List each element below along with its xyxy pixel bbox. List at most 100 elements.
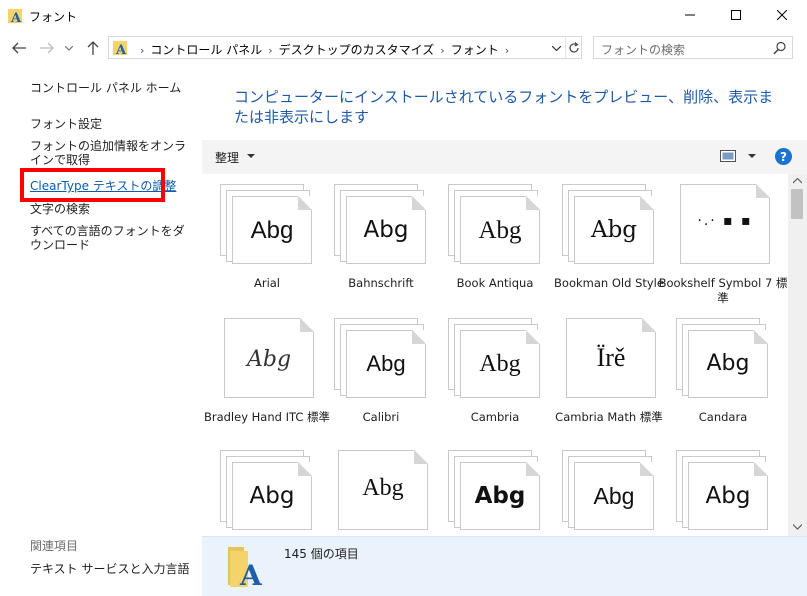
close-icon [777,10,787,20]
font-folder-icon: A [113,41,127,56]
minimize-button[interactable] [667,0,713,30]
scroll-down-icon[interactable] [793,524,802,530]
font-name: Candara [698,410,748,424]
font-tile[interactable]: Abg [202,440,316,536]
font-tile-cambria[interactable]: Abg Cambria [430,308,544,440]
font-tile-bahnschrift[interactable]: Abg Bahnschrift [316,174,430,306]
organize-button[interactable]: 整理 [215,149,239,166]
svg-text:A: A [10,11,22,24]
font-sample: Abg [593,483,635,509]
font-tile[interactable]: Abg [316,440,430,536]
font-sample: Abg [249,483,295,509]
title-bar: A フォント [0,0,807,31]
svg-text:A: A [239,559,263,589]
find-character-link[interactable]: 文字の検索 [30,202,195,216]
font-sample: Abg [363,217,409,243]
refresh-button[interactable] [565,37,582,58]
font-family-stack-icon: Abg [562,184,658,268]
font-tile-bookman-old-style[interactable]: Abg Bookman Old Style [544,174,664,306]
refresh-icon [569,41,579,53]
forward-button[interactable] [38,39,56,57]
vertical-scrollbar[interactable] [788,174,807,536]
font-tile-book-antiqua[interactable]: Abg Book Antiqua [430,174,544,306]
font-sample: Abg [250,217,294,244]
control-panel-home-link[interactable]: コントロール パネル ホーム [30,81,195,95]
close-button[interactable] [759,0,805,30]
font-family-stack-icon: Abg [676,318,772,402]
font-sample: Abg [478,217,522,244]
font-family-stack-icon: Abg [334,318,430,402]
font-tile-bookshelf-symbol[interactable]: ·.· ▪ ▪ Bookshelf Symbol 7 標準 [658,174,787,306]
font-name: Book Antiqua [456,276,534,290]
chevron-down-icon [65,45,73,51]
breadcrumb-item-control-panel[interactable]: コントロール パネル [150,41,262,58]
font-family-stack-icon: Abg [562,450,658,534]
font-file-icon: ·.· ▪ ▪ [680,184,772,266]
up-button[interactable] [84,39,102,57]
scrollbar-thumb[interactable] [791,189,803,219]
font-sample: Abg [590,217,638,243]
arrow-left-icon [12,42,26,54]
font-name: Calibri [362,410,400,424]
font-family-stack-icon: Abg [448,450,544,534]
font-tile-bradley-hand[interactable]: Abg Bradley Hand ITC 標準 [202,308,330,440]
font-sample: Abg [705,483,751,509]
task-pane: コントロール パネル ホーム フォント設定 フォントの追加情報をオンラインで取得… [0,64,200,596]
address-bar[interactable]: A › コントロール パネル › デスクトップのカスタマイズ › フォント › [108,36,582,59]
download-all-fonts-link[interactable]: すべての言語のフォントをダウンロード [30,224,195,252]
related-heading: 関連項目 [30,539,79,553]
font-sample: Abg [706,351,750,376]
breadcrumb-separator-icon[interactable]: › [268,44,272,57]
help-icon[interactable]: ? [775,148,792,165]
font-sample: Abg [474,483,526,509]
font-settings-link[interactable]: フォント設定 [30,117,195,131]
font-family-stack-icon: Abg [220,450,316,534]
breadcrumb: › コントロール パネル › デスクトップのカスタマイズ › フォント › [134,41,515,58]
font-sample: Ïrě [596,343,626,372]
item-count: 145 個の項目 [284,547,359,561]
breadcrumb-separator-icon[interactable]: › [440,44,444,57]
recent-locations-button[interactable] [63,39,75,57]
minimize-icon [685,14,695,16]
breadcrumb-separator-icon[interactable]: › [505,44,509,57]
font-tile-arial[interactable]: Abg Arial [202,174,316,306]
view-options-icon[interactable] [720,150,736,162]
back-button[interactable] [10,39,28,57]
font-family-stack-icon: Abg [334,184,430,268]
breadcrumb-item-fonts[interactable]: フォント [451,41,499,58]
chevron-down-icon [551,45,561,51]
arrow-right-icon [40,42,54,54]
caret-down-icon[interactable] [247,154,255,159]
online-font-info-link[interactable]: フォントの追加情報をオンラインで取得 [30,139,195,167]
svg-text:A: A [115,43,127,56]
font-name: Bookman Old Style [554,276,664,290]
search-box[interactable]: フォントの検索 [593,36,793,59]
font-tile[interactable]: Abg [658,440,772,536]
font-grid: Abg Arial Abg Bahnschrift Abg Book Antiq… [202,174,788,536]
window-title: フォント [29,10,78,24]
font-tile[interactable]: Abg [544,440,658,536]
caret-down-icon[interactable] [748,154,756,159]
font-tile-cambria-math[interactable]: Ïrě Cambria Math 標準 [544,308,663,440]
navigation-bar: A › コントロール パネル › デスクトップのカスタマイズ › フォント › フォントの検… [0,31,807,64]
font-sample: Abg [246,347,292,372]
font-tile-calibri[interactable]: Abg Calibri [316,308,430,440]
font-family-stack-icon: Abg [448,318,544,402]
scroll-up-icon[interactable] [793,178,802,184]
font-name: Arial [253,276,281,290]
breadcrumb-separator-icon: › [140,44,145,57]
maximize-button[interactable] [713,0,759,30]
breadcrumb-item-desktop-customize[interactable]: デスクトップのカスタマイズ [279,41,435,58]
search-icon[interactable] [773,41,787,55]
red-highlight-box [20,168,165,202]
maximize-icon [731,10,741,20]
command-bar: 整理 ? [202,140,807,174]
font-name: Bradley Hand ITC 標準 [203,410,331,424]
search-input[interactable]: フォントの検索 [601,41,685,58]
address-dropdown-button[interactable] [549,40,563,56]
font-tile-candara[interactable]: Abg Candara [658,308,772,440]
font-family-stack-icon: Abg [448,184,544,268]
font-file-icon: Ïrě [566,318,658,400]
text-services-link[interactable]: テキスト サービスと入力言語 [30,560,189,577]
font-tile[interactable]: Abg [430,440,544,536]
